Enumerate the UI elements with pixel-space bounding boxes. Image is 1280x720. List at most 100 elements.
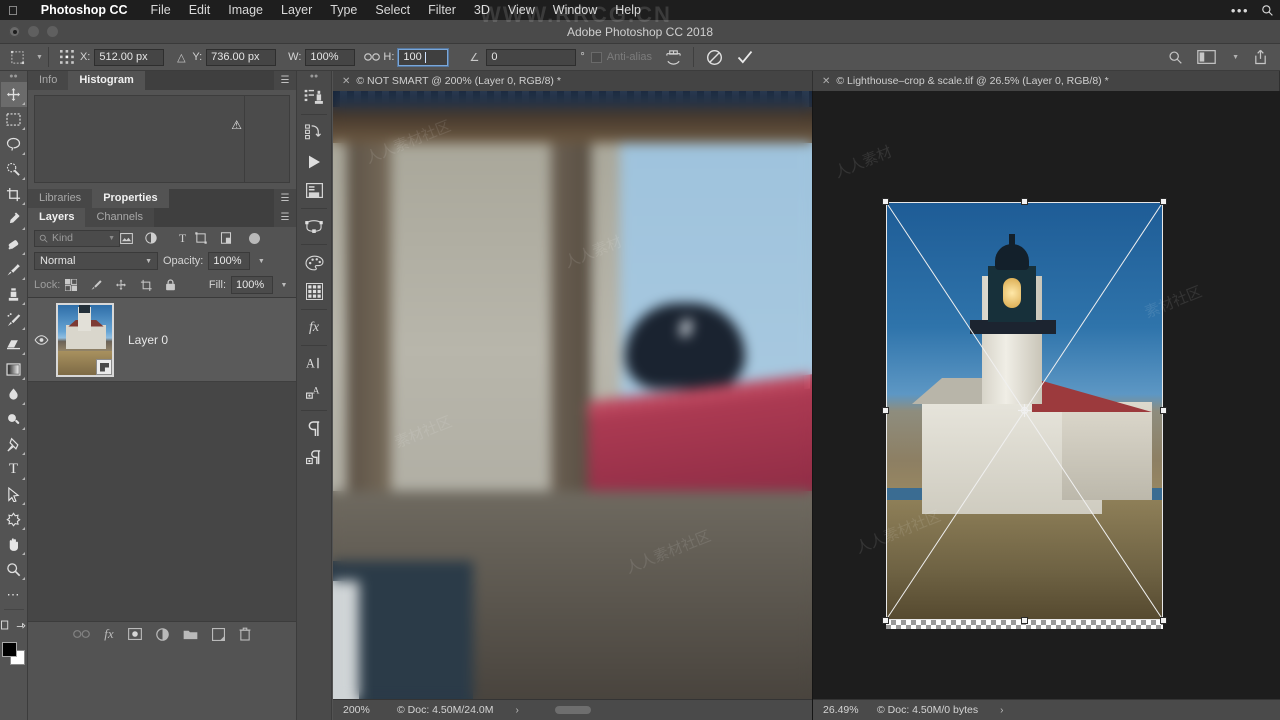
link-layers-icon[interactable] [73,628,91,640]
foreground-color-swatch[interactable] [1,642,17,657]
anti-alias-option[interactable]: Anti-alias [590,51,652,63]
transformed-image[interactable] [886,202,1163,629]
gradient-tool[interactable] [1,357,27,382]
custom-shape-tool[interactable] [1,507,27,532]
paragraph-icon[interactable] [299,414,329,443]
lock-artboard-icon[interactable] [140,279,160,291]
panel-menu-icon[interactable]: ☰ [274,189,296,208]
quick-selection-tool[interactable] [1,157,27,182]
menu-item-image[interactable]: Image [219,0,272,20]
reference-point-selector[interactable] [54,49,80,65]
relative-positioning-icon[interactable]: △ [170,51,192,64]
menu-item-filter[interactable]: Filter [419,0,465,20]
lock-image-icon[interactable] [90,279,110,291]
layer-thumbnail[interactable] [56,302,114,377]
fill-chevron-icon[interactable]: ▼ [278,282,290,289]
pen-tool[interactable] [1,432,27,457]
tab-libraries[interactable]: Libraries [28,189,93,208]
angle-input[interactable]: 0 [486,48,577,66]
document-pane-not-smart[interactable]: 人人素材社区 人人素材 素材社区 人人素材社区 200% © Doc: 4.50… [333,91,813,720]
play-icon[interactable] [299,147,329,176]
warp-toggle-icon[interactable] [658,49,688,66]
table-row[interactable]: Layer 0 [28,298,296,382]
filter-adjustment-icon[interactable] [145,232,170,244]
eraser-tool[interactable] [1,332,27,357]
quick-mask-and-screen-mode[interactable] [0,612,27,637]
adjustment-layer-icon[interactable] [155,627,169,641]
path-selection-tool[interactable] [1,482,27,507]
filter-smart-icon[interactable] [220,232,245,244]
filter-enable-toggle[interactable] [249,232,260,244]
notes-icon[interactable] [299,176,329,205]
free-transform-tool-icon[interactable] [0,50,34,65]
new-group-icon[interactable] [183,628,198,640]
character-icon[interactable]: A [299,349,329,378]
filter-type-icon[interactable]: T [170,231,195,246]
menu-item-select[interactable]: Select [366,0,419,20]
crop-tool[interactable] [1,182,27,207]
layer-filter-kind-select[interactable]: Kind ▼ [34,229,120,247]
fill-input[interactable]: 100% [231,276,273,294]
y-input[interactable]: 736.00 px [206,48,277,66]
panel-menu-icon[interactable]: ☰ [274,71,296,90]
edit-toolbar-tool[interactable]: ⋯ [1,582,27,607]
menu-item-photoshop[interactable]: Photoshop CC [32,0,142,20]
zoom-level[interactable]: 200% [333,704,397,716]
delete-layer-icon[interactable] [239,627,251,641]
document-tab-not-smart[interactable]: ✕ © NOT SMART @ 200% (Layer 0, RGB/8) * [333,71,813,91]
tab-info[interactable]: Info [28,71,69,90]
link-icon[interactable] [361,51,383,63]
height-input[interactable]: 100 [397,47,450,67]
lock-position-icon[interactable] [115,279,135,291]
close-tab-icon[interactable]: ✕ [822,76,830,87]
swatches-icon[interactable] [299,248,329,277]
tab-layers[interactable]: Layers [28,208,86,227]
close-tab-icon[interactable]: ✕ [342,76,350,87]
workspace-icon[interactable] [1197,50,1216,64]
tab-channels[interactable]: Channels [85,208,154,227]
dodge-tool[interactable] [1,407,27,432]
toolbar-drag-handle[interactable]: ●● [0,71,27,82]
zoom-level[interactable]: 26.49% [813,704,877,716]
add-mask-icon[interactable] [127,628,142,640]
workspace-caret-icon[interactable]: ▼ [1232,54,1239,61]
menu-item-3d[interactable]: 3D [465,0,499,20]
apple-logo-icon[interactable]:  [8,4,18,17]
opacity-chevron-icon[interactable]: ▼ [255,258,267,265]
color-grid-icon[interactable] [299,277,329,306]
menu-item-edit[interactable]: Edit [180,0,220,20]
anti-alias-checkbox[interactable] [590,51,602,63]
filter-pixel-icon[interactable] [120,232,145,244]
layer-style-fx-icon[interactable]: fx [104,626,113,642]
spot-healing-brush-tool[interactable] [1,232,27,257]
canvas-lighthouse[interactable]: 人人素材 素材社区 人人素材社区 [813,91,1280,699]
lasso-tool[interactable] [1,132,27,157]
brush-tool[interactable] [1,257,27,282]
share-icon[interactable] [1253,49,1268,65]
document-pane-lighthouse[interactable]: 人人素材 素材社区 人人素材社区 26.49% © Doc: 4.50M/0 b… [813,91,1280,720]
paths-icon[interactable] [299,212,329,241]
width-input[interactable]: 100% [305,48,356,66]
tab-histogram[interactable]: Histogram [68,71,145,90]
search-icon[interactable] [1168,50,1183,65]
cancel-transform-icon[interactable] [699,49,729,66]
paragraph-styles-icon[interactable] [299,443,329,472]
horizontal-scrollbar[interactable] [554,706,591,714]
new-layer-icon[interactable] [211,627,225,641]
menu-item-window[interactable]: Window [544,0,606,20]
status-expand-icon[interactable]: › [1000,705,1003,716]
chevron-down-icon[interactable]: ▼ [108,235,115,242]
history-brush-tool[interactable] [1,307,27,332]
rectangular-marquee-tool[interactable] [1,107,27,132]
tool-preset-caret-icon[interactable]: ▼ [36,54,43,61]
canvas-not-smart[interactable]: 人人素材社区 人人素材 素材社区 人人素材社区 [333,91,812,699]
layer-name[interactable]: Layer 0 [128,333,168,347]
history-and-clone-source-icon[interactable] [299,82,329,111]
status-expand-icon[interactable]: › [515,705,518,716]
panel-menu-icon[interactable]: ☰ [274,208,296,227]
styles-fx-icon[interactable]: fx [299,313,329,342]
color-swatches[interactable] [1,641,27,667]
menu-item-type[interactable]: Type [321,0,366,20]
spotlight-search-icon[interactable] [1261,4,1274,17]
actions-icon[interactable] [299,118,329,147]
